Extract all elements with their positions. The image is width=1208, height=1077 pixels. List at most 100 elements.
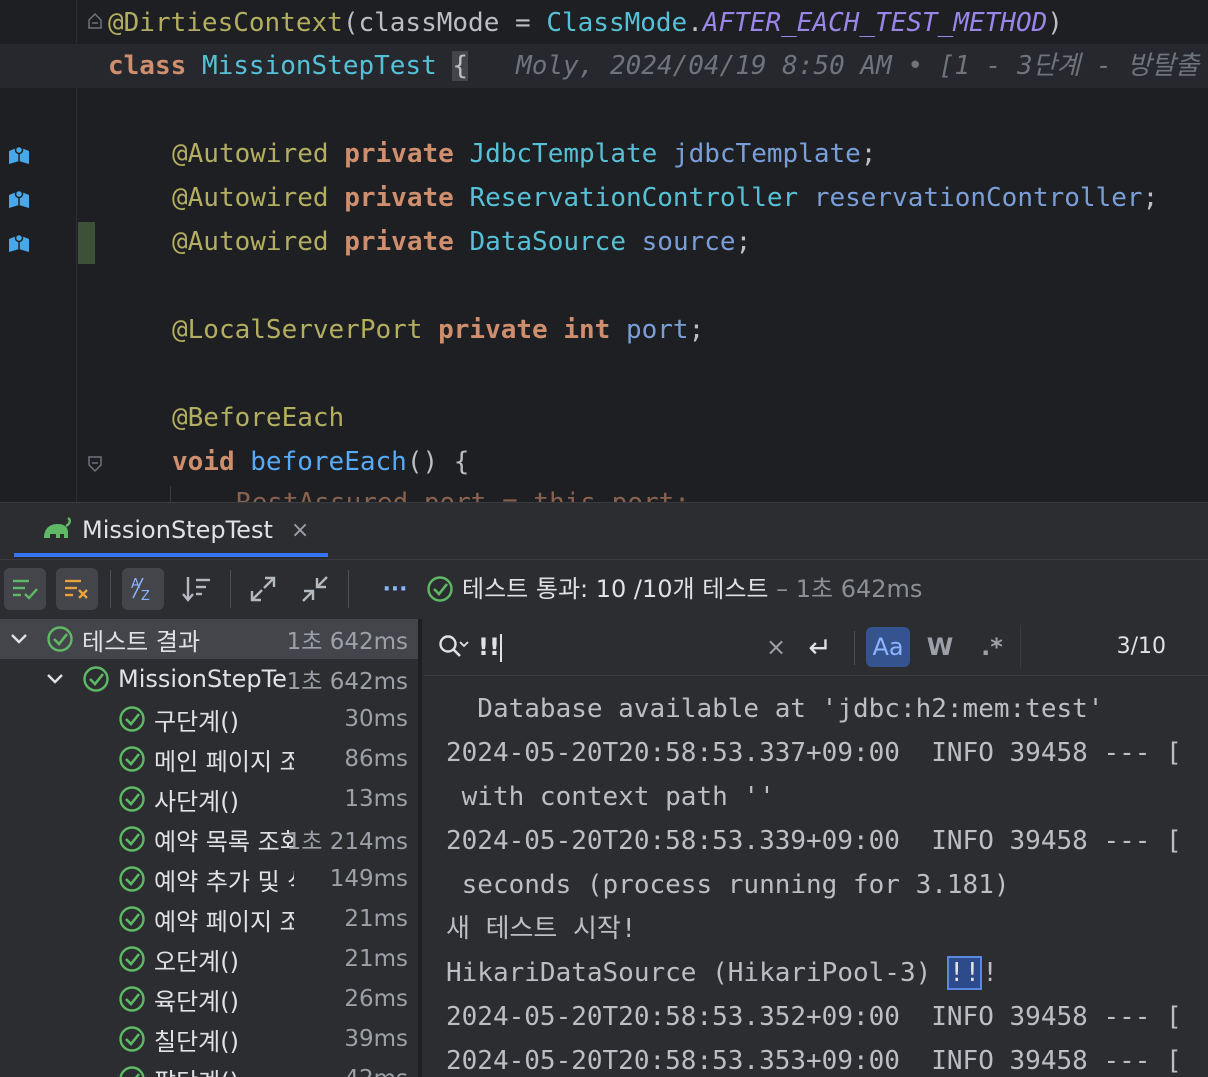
tree-row-test[interactable]: 사단계()13ms (0, 779, 418, 819)
console-line: 2024-05-20T20:58:53.352+09:00 INFO 39458… (446, 995, 1182, 1039)
close-icon[interactable]: × (291, 518, 309, 543)
tree-row-test[interactable]: 예약 페이지 조회21ms (0, 899, 418, 939)
tree-time: 86ms (344, 746, 408, 772)
console-output[interactable]: !! × ↵ Aa W .* 3/10 Database available a… (424, 619, 1208, 1077)
paren: ( (343, 8, 359, 38)
svg-text:A: A (131, 577, 140, 592)
test-results-tree[interactable]: 테스트 결과 1초 642ms MissionStepTest 1초 642ms… (0, 619, 418, 1077)
console-line: with context path '' (446, 775, 775, 819)
search-match-highlight: !! (947, 956, 982, 990)
test-passed-icon (118, 865, 146, 893)
code-line-field-datasource[interactable]: @Autowired private DataSource source; (108, 220, 751, 264)
tree-label: 오단계() (154, 942, 294, 977)
test-status-summary: 테스트 통과: 10 /10개 테스트 – 1초 642ms (462, 570, 922, 608)
type-name: DataSource (469, 227, 626, 257)
tab-active-indicator (14, 553, 328, 557)
class-name: MissionStepTest (202, 51, 437, 81)
sort-az-icon: AZ (129, 574, 157, 604)
tree-row-test[interactable]: 메인 페이지 조회 86ms (0, 739, 418, 779)
search-icon[interactable] (438, 633, 470, 661)
param-name: classMode (358, 8, 499, 38)
toolbar-separator (230, 570, 231, 608)
code-line-before-each-annotation[interactable]: @BeforeEach (108, 396, 344, 440)
code-line-port[interactable]: @LocalServerPort private int port; (108, 308, 704, 352)
annotation: @LocalServerPort (172, 315, 422, 345)
annotation: @Autowired (172, 139, 329, 169)
whole-words-toggle[interactable]: W (918, 627, 962, 667)
sort-duration-icon (182, 575, 212, 603)
tree-time: 39ms (344, 1026, 408, 1052)
tree-row-test[interactable]: 예약 목록 조회1초 214ms (0, 819, 418, 859)
search-value: !! (478, 633, 500, 661)
code-line-method-declaration[interactable]: void beforeEach() { (108, 440, 469, 484)
tree-time: 42ms (344, 1066, 408, 1077)
code-line-class-declaration[interactable]: class MissionStepTest {Moly, 2024/04/19 … (108, 44, 1199, 88)
tree-row-test[interactable]: 구단계()30ms (0, 699, 418, 739)
test-passed-icon (118, 945, 146, 973)
test-runner-toolbar: AZ ··· 테스트 통과: 10 /10개 테스트 – 1초 642ms (0, 560, 1208, 618)
expand-all-button[interactable] (242, 568, 284, 610)
tree-row-root[interactable]: 테스트 결과 1초 642ms (0, 619, 418, 659)
tree-row-suite[interactable]: MissionStepTest 1초 642ms (0, 659, 418, 699)
tree-row-test[interactable]: 육단계() 26ms (0, 979, 418, 1019)
tree-row-test[interactable]: 팔단계()42ms (0, 1059, 418, 1077)
paren: ) (1047, 8, 1063, 38)
tree-time: 26ms (344, 986, 408, 1012)
semicolon: ; (1143, 183, 1159, 213)
semicolon: ; (689, 315, 705, 345)
tree-row-test[interactable]: 예약 추가 및 삭제149ms (0, 859, 418, 899)
tree-row-test[interactable]: 오단계()21ms (0, 939, 418, 979)
panel-splitter[interactable] (418, 619, 422, 1077)
show-ignored-button[interactable] (56, 568, 98, 610)
tree-label: 육단계() (154, 982, 294, 1017)
autowired-bean-icon[interactable] (6, 186, 32, 212)
fold-marker-icon[interactable] (86, 455, 104, 473)
show-passed-button[interactable] (4, 568, 46, 610)
test-passed-icon (118, 1065, 146, 1077)
code-editor[interactable]: @DirtiesContext(classMode = ClassMode.AF… (0, 0, 1208, 502)
code-line-dirties-context[interactable]: @DirtiesContext(classMode = ClassMode.AF… (108, 1, 1063, 45)
chevron-down-icon[interactable] (8, 628, 30, 650)
indent-guide (170, 486, 171, 502)
regex-toggle[interactable]: .* (970, 627, 1014, 667)
new-line-button[interactable]: ↵ (798, 627, 842, 667)
test-passed-icon (82, 665, 110, 693)
match-case-toggle[interactable]: Aa (866, 627, 910, 667)
sort-alphabetically-button[interactable]: AZ (122, 568, 164, 610)
fold-marker-icon[interactable] (86, 12, 104, 30)
total-duration: – 1초 642ms (769, 575, 923, 603)
console-text: HikariDataSource (HikariPool-3) (446, 958, 947, 988)
method-signature-rest: () { (407, 447, 470, 477)
toolbar-separator (110, 570, 111, 608)
collapse-all-icon (301, 575, 329, 603)
tab-mission-step-test[interactable]: MissionStepTest × (28, 503, 321, 557)
console-line-hikari: HikariDataSource (HikariPool-3) !!! (446, 951, 998, 995)
keyword: class (108, 51, 186, 81)
tree-label: 메인 페이지 조회 (154, 742, 294, 777)
semicolon: ; (736, 227, 752, 257)
chevron-down-icon[interactable] (44, 668, 66, 690)
dot: . (687, 8, 703, 38)
git-blame-annotation[interactable]: Moly, 2024/04/19 8:50 AM • [1 - 3단계 - 방탈… (516, 51, 1199, 81)
autowired-bean-icon[interactable] (6, 142, 32, 168)
search-input[interactable]: !! (478, 627, 758, 667)
code-line-field-jdbc[interactable]: @Autowired private JdbcTemplate jdbcTemp… (108, 132, 876, 176)
tree-label: 테스트 결과 (82, 622, 282, 657)
tree-label: MissionStepTest (118, 665, 286, 693)
console-line: 새 테스트 시작! (446, 907, 636, 951)
code-line-field-controller[interactable]: @Autowired private ReservationController… (108, 176, 1158, 220)
status-prefix: 테스트 통과: (462, 575, 596, 603)
vcs-change-marker[interactable] (78, 222, 95, 264)
field-name: source (642, 227, 736, 257)
clear-search-button[interactable]: × (754, 627, 798, 667)
svg-text:Z: Z (141, 589, 150, 604)
keyword: private (344, 227, 454, 257)
console-line: 2024-05-20T20:58:53.337+09:00 INFO 39458… (446, 731, 1182, 775)
more-actions-button[interactable]: ··· (374, 568, 416, 610)
sort-by-duration-button[interactable] (176, 568, 218, 610)
tree-label: 사단계() (154, 782, 294, 817)
semicolon: ; (861, 139, 877, 169)
autowired-bean-icon[interactable] (6, 230, 32, 256)
tree-row-test[interactable]: 칠단계()39ms (0, 1019, 418, 1059)
collapse-all-button[interactable] (294, 568, 336, 610)
